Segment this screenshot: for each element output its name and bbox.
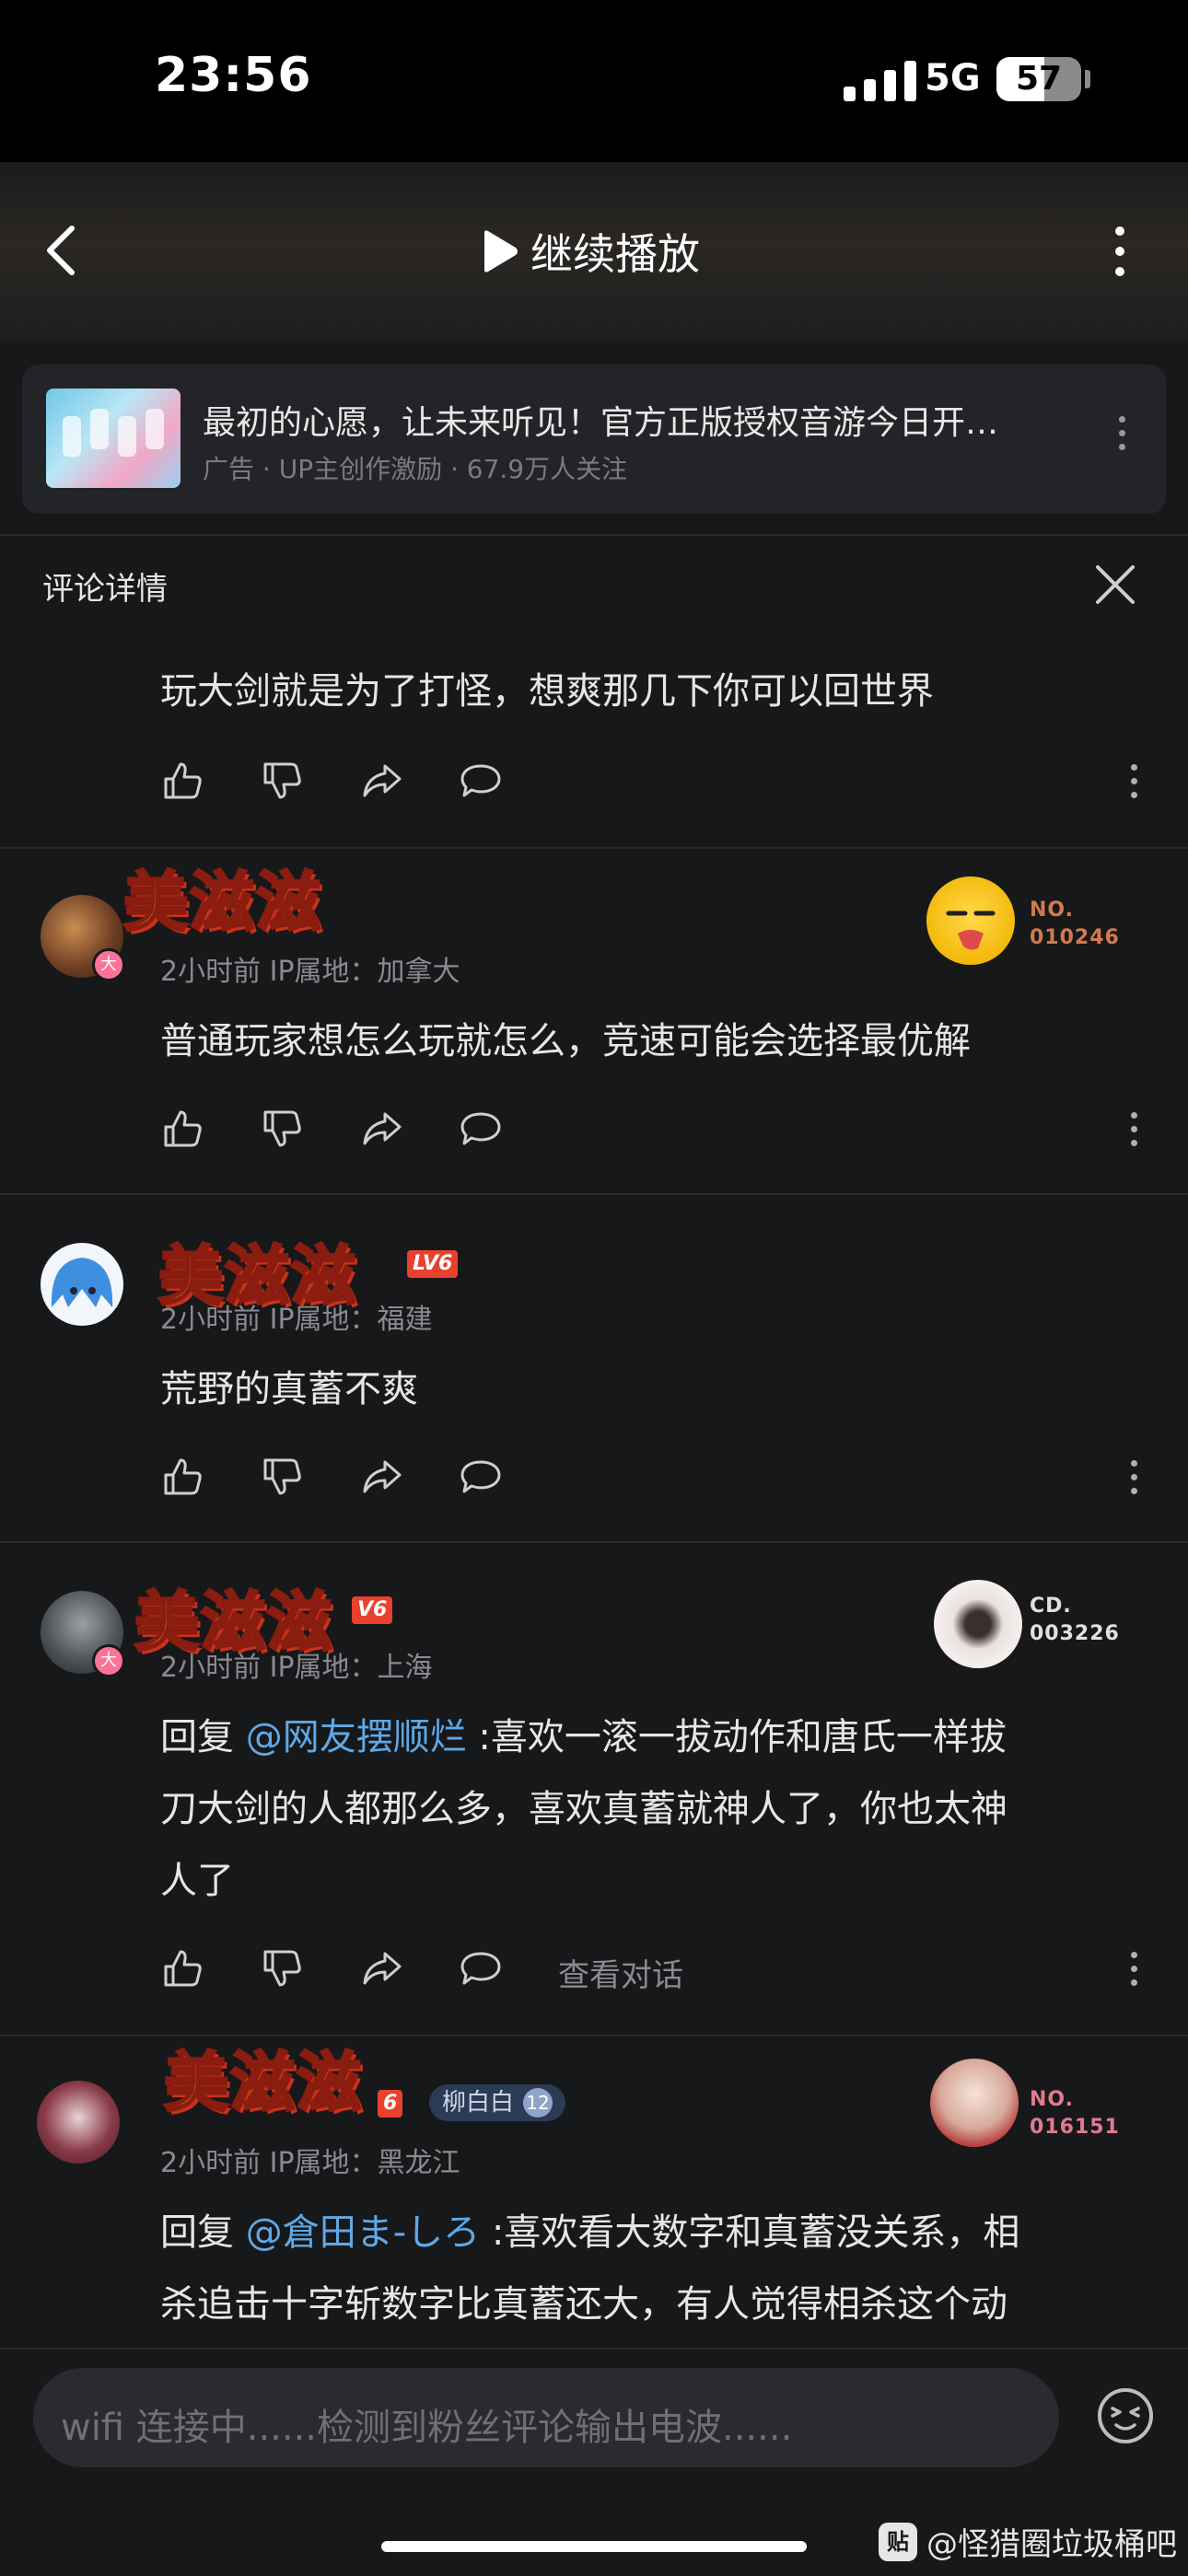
watermark-text: @怪猎圈垃圾桶吧 — [926, 2526, 1177, 2563]
battery-percent: 57 — [1015, 60, 1063, 98]
like-icon[interactable] — [160, 759, 204, 803]
comment-more-icon[interactable] — [1129, 1952, 1138, 1993]
fan-card-label: NO. — [1030, 2088, 1074, 2111]
comment-meta: 2小时前 IP属地：黑龙江 — [160, 2147, 460, 2179]
reply-prefix: 回复 — [160, 2211, 246, 2254]
comment-actions: 查看对话 — [160, 1946, 1155, 1998]
dislike-icon[interactable] — [260, 1107, 304, 1151]
fan-card-label: CD. — [1030, 1595, 1072, 1618]
comment-text: 回复 @网友摆顺烂 :喜欢一滚一拔动作和唐氏一样拔 刀大剑的人都那么多，喜欢真蓄… — [160, 1701, 1136, 1917]
play-icon — [484, 230, 518, 273]
close-icon[interactable] — [1092, 562, 1138, 608]
ad-more-icon[interactable] — [1114, 416, 1129, 458]
continue-play-label: 继续播放 — [530, 229, 700, 279]
continue-play-button[interactable]: 继续播放 — [479, 223, 700, 280]
battery-icon: 57 — [996, 57, 1081, 101]
divider — [0, 1541, 1188, 1543]
fan-card-label: NO. — [1030, 899, 1074, 922]
signal-icon — [844, 61, 916, 101]
comment-meta: 2小时前 IP属地：上海 — [160, 1652, 433, 1684]
fan-card-image[interactable] — [930, 2059, 1019, 2147]
top-nav: 继续播放 — [0, 162, 1188, 342]
fan-card-number: 003226 — [1030, 1622, 1120, 1645]
dislike-icon[interactable] — [260, 1946, 304, 1990]
reply-icon[interactable] — [459, 1946, 503, 1990]
watermark: 贴 @怪猎圈垃圾桶吧 — [879, 2519, 1177, 2564]
vip-badge: 大 — [92, 1644, 125, 1677]
username-badge[interactable]: 美滋滋 — [163, 2036, 363, 2121]
bottom-bar: wifi 连接中......检测到粉丝评论输出电波...... 贴 @怪猎圈垃圾… — [0, 2348, 1188, 2576]
comment-input-placeholder: wifi 连接中......检测到粉丝评论输出电波...... — [61, 2407, 793, 2449]
comment-line: :喜欢一滚一拔动作和唐氏一样拔 — [466, 1716, 1007, 1758]
fan-card-image[interactable] — [926, 876, 1015, 965]
share-icon[interactable] — [359, 759, 403, 803]
mention-link[interactable]: @倉田ま-しろ — [246, 2211, 480, 2254]
comment-actions — [160, 759, 1155, 810]
mention-link[interactable]: @网友摆顺烂 — [246, 1716, 467, 1758]
share-icon[interactable] — [359, 1107, 403, 1151]
comment-line: 刀大剑的人都那么多，喜欢真蓄就神人了，你也太神 — [160, 1788, 1007, 1830]
network-type: 5G — [925, 57, 981, 99]
like-icon[interactable] — [160, 1455, 204, 1499]
level-badge: V6 — [352, 1596, 393, 1624]
avatar[interactable] — [37, 2081, 120, 2164]
ad-title: 最初的心愿，让未来听见！官方正版授权音游今日开… — [203, 404, 999, 442]
reply-prefix: 回复 — [160, 1716, 246, 1758]
ad-thumbnail — [46, 389, 181, 488]
more-menu-icon[interactable] — [1111, 226, 1129, 282]
comment-text: 回复 @倉田ま-しろ :喜欢看大数字和真蓄没关系，相 杀追击十字斩数字比真蓄还大… — [160, 2197, 1146, 2340]
divider — [0, 847, 1188, 849]
comment-more-icon[interactable] — [1129, 764, 1138, 806]
vip-badge: 大 — [92, 948, 125, 981]
dislike-icon[interactable] — [260, 759, 304, 803]
comment-input[interactable]: wifi 连接中......检测到粉丝评论输出电波...... — [33, 2368, 1059, 2467]
comment-line: :喜欢看大数字和真蓄没关系，相 — [480, 2211, 1020, 2254]
back-icon[interactable] — [41, 223, 81, 278]
comment-text: 荒野的真蓄不爽 — [160, 1368, 418, 1410]
tieba-badge-icon: 贴 — [879, 2522, 917, 2561]
comment-line: 杀追击十字斩数字比真蓄还大，有人觉得相杀这个动 — [160, 2283, 1007, 2326]
share-icon[interactable] — [359, 1946, 403, 1990]
level-badge: LV6 — [407, 1250, 459, 1278]
panel-title: 评论详情 — [42, 571, 168, 608]
reply-icon[interactable] — [459, 1107, 503, 1151]
fan-medal[interactable]: 柳白白 12 — [429, 2084, 566, 2121]
reply-icon[interactable] — [459, 759, 503, 803]
comment-more-icon[interactable] — [1129, 1460, 1138, 1502]
like-icon[interactable] — [160, 1107, 204, 1151]
share-icon[interactable] — [359, 1455, 403, 1499]
comment-text: 普通玩家想怎么玩就怎么，竞速可能会选择最优解 — [160, 1020, 971, 1062]
comment-meta: 2小时前 IP属地：福建 — [160, 1304, 433, 1336]
view-conversation-link[interactable]: 查看对话 — [558, 1950, 683, 1995]
ad-banner[interactable]: 最初的心愿，让未来听见！官方正版授权音游今日开… 广告 · UP主创作激励 · … — [22, 365, 1166, 514]
home-indicator[interactable] — [381, 2541, 807, 2552]
level-badge: 6 — [378, 2090, 403, 2118]
comment-meta: 2小时前 IP属地：加拿大 — [160, 956, 460, 988]
comment-text: 玩大剑就是为了打怪，想爽那几下你可以回世界 — [160, 670, 934, 713]
username-badge[interactable]: 美滋滋 — [122, 856, 322, 941]
comment-line: 人了 — [160, 1860, 234, 1902]
comment-actions — [160, 1107, 1155, 1158]
status-time: 23:56 — [155, 48, 312, 103]
status-bar: 23:56 5G 57 — [0, 0, 1188, 162]
fan-card-number: 010246 — [1030, 926, 1120, 949]
dislike-icon[interactable] — [260, 1455, 304, 1499]
divider — [0, 1193, 1188, 1195]
divider — [0, 534, 1188, 536]
like-icon[interactable] — [160, 1946, 204, 1990]
battery-tip — [1085, 70, 1090, 88]
reply-icon[interactable] — [459, 1455, 503, 1499]
comment-more-icon[interactable] — [1129, 1112, 1138, 1154]
ad-subtitle: 广告 · UP主创作激励 · 67.9万人关注 — [203, 454, 628, 484]
fan-card-number: 016151 — [1030, 2116, 1120, 2139]
emoji-icon[interactable] — [1096, 2386, 1155, 2445]
comment-actions — [160, 1455, 1155, 1506]
fan-card-image[interactable] — [934, 1580, 1022, 1668]
avatar[interactable] — [41, 1243, 123, 1326]
